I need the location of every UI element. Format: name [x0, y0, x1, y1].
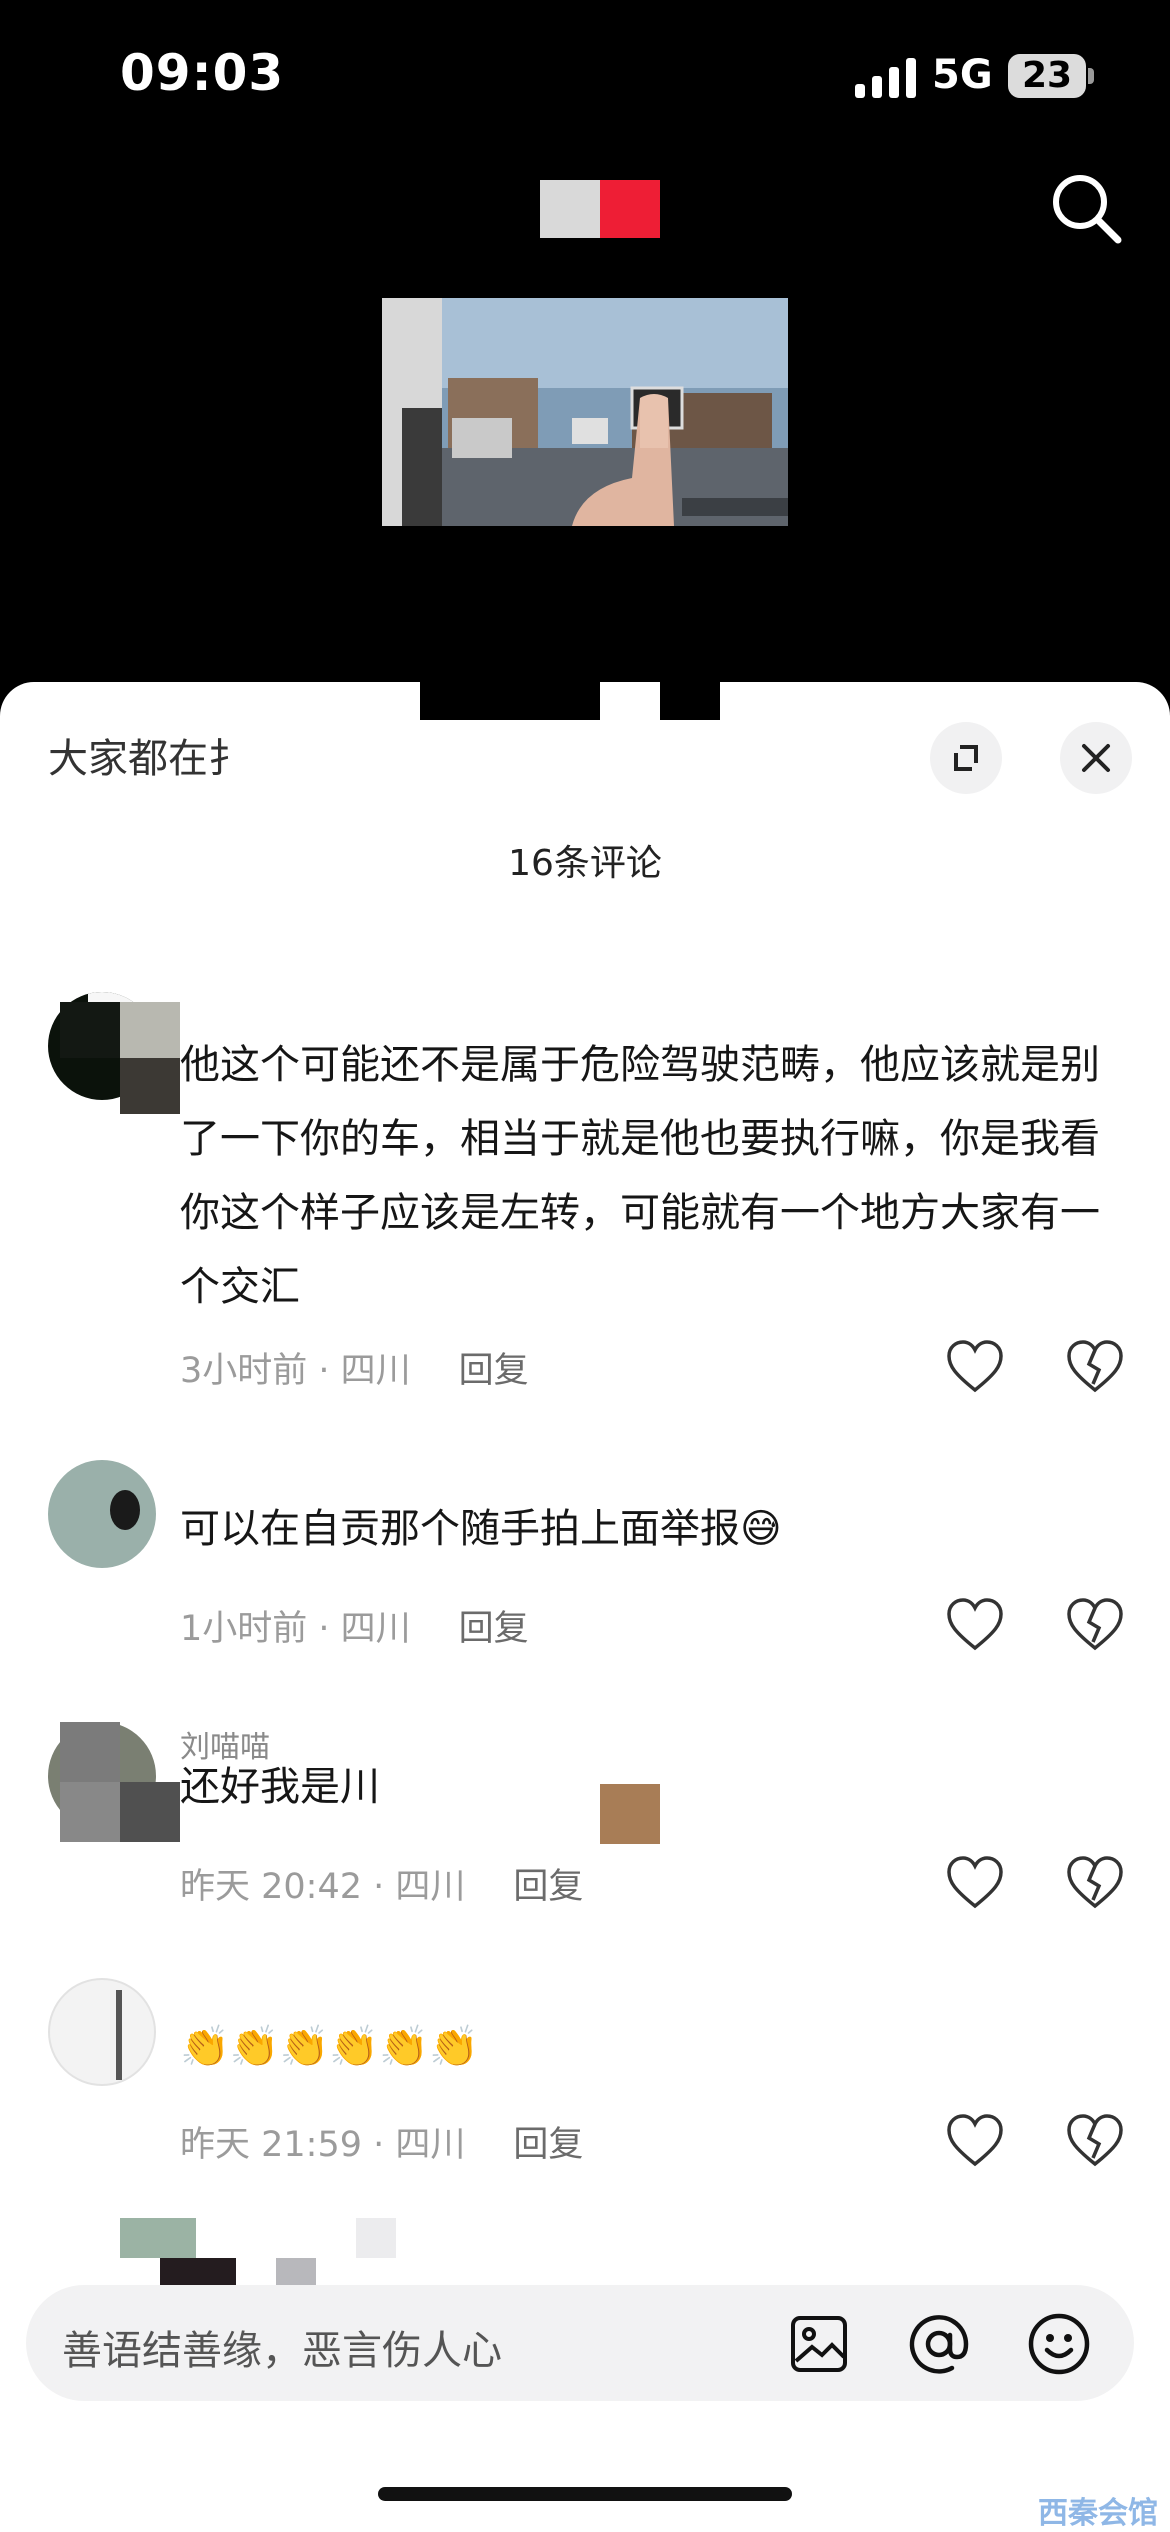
comment-item: 可以在自贡那个随手拍上面举报😅 [0, 1460, 1170, 1610]
redacted-notch [660, 682, 720, 720]
image-icon[interactable] [790, 2315, 848, 2373]
comments-sheet: 大家都在扌 16条评论 他这个可能还不是属于危险驾驶范畴，他应该就是别了一下你的… [0, 682, 1170, 2532]
comment-text: 他这个可能还不是属于危险驾驶范畴，他应该就是别了一下你的车，相当于就是他也要执行… [180, 1042, 1100, 1310]
home-indicator[interactable] [378, 2487, 792, 2501]
comment-time-location: 1小时前 · 四川 [180, 1609, 411, 1649]
redacted-notch [420, 682, 600, 720]
search-icon[interactable] [1048, 170, 1124, 246]
broken-heart-icon[interactable] [1065, 1338, 1125, 1394]
video-thumbnail[interactable] [382, 298, 788, 526]
redacted-avatar-mosaic [120, 2218, 196, 2258]
status-bar: 09:03 5G 23 [0, 0, 1170, 150]
comment-item: 👏👏👏👏👏👏 [0, 1978, 1170, 2128]
video-area[interactable] [0, 150, 1170, 680]
avatar[interactable] [48, 1460, 156, 1568]
redacted-title [540, 180, 660, 238]
heart-icon[interactable] [945, 1596, 1005, 1652]
redacted-avatar-mosaic [60, 1722, 120, 1782]
expand-icon [954, 745, 978, 771]
expand-button[interactable] [930, 722, 1002, 794]
comment-text: 👏👏👏👏👏👏 [180, 2024, 479, 2070]
comment-meta: 3小时前 · 四川 回复 [180, 1342, 529, 1393]
comment-meta: 1小时前 · 四川 回复 [180, 1600, 529, 1651]
battery-icon: 23 [1008, 54, 1086, 98]
close-button[interactable] [1060, 722, 1132, 794]
watermark: 西秦会馆 [1038, 2496, 1158, 2531]
smiley-icon[interactable] [1026, 2311, 1092, 2377]
comment-meta: 昨天 20:42 · 四川 回复 [180, 1858, 583, 1909]
redacted-text-block [600, 1784, 660, 1844]
battery-cap [1088, 68, 1094, 84]
signal-icon [855, 58, 916, 98]
heart-icon[interactable] [945, 1338, 1005, 1394]
comment-time-location: 昨天 21:59 · 四川 [180, 2125, 466, 2165]
reply-button[interactable]: 回复 [459, 1600, 529, 1651]
broken-heart-icon[interactable] [1065, 1596, 1125, 1652]
network-type: 5G [932, 52, 993, 98]
comment-count: 16条评论 [508, 843, 662, 884]
comment-item: 刘喵喵 还好我是川 [0, 1722, 1170, 1872]
reply-button[interactable]: 回复 [513, 2116, 583, 2167]
broken-heart-icon[interactable] [1065, 2112, 1125, 2168]
broken-heart-icon[interactable] [1065, 1854, 1125, 1910]
reply-button[interactable]: 回复 [459, 1342, 529, 1393]
comment-input-bar[interactable]: 善语结善缘，恶言伤人心 [26, 2285, 1134, 2401]
heart-icon[interactable] [945, 1854, 1005, 1910]
comment-text: 可以在自贡那个随手拍上面举报😅 [180, 1506, 782, 1552]
heart-icon[interactable] [945, 2112, 1005, 2168]
comment-item: 他这个可能还不是属于危险驾驶范畴，他应该就是别了一下你的车，相当于就是他也要执行… [0, 992, 1170, 1310]
at-icon[interactable] [906, 2311, 972, 2377]
avatar[interactable] [48, 1978, 156, 2086]
comment-time-location: 昨天 20:42 · 四川 [180, 1867, 466, 1907]
sheet-header-title: 大家都在扌 [48, 736, 248, 782]
comment-time-location: 3小时前 · 四川 [180, 1351, 411, 1391]
status-time: 09:03 [120, 44, 285, 102]
reply-button[interactable]: 回复 [513, 1858, 583, 1909]
close-icon [1082, 744, 1110, 772]
comment-meta: 昨天 21:59 · 四川 回复 [180, 2116, 583, 2167]
redacted-avatar-mosaic [60, 1002, 120, 1058]
comment-input[interactable]: 善语结善缘，恶言伤人心 [62, 2318, 502, 2376]
